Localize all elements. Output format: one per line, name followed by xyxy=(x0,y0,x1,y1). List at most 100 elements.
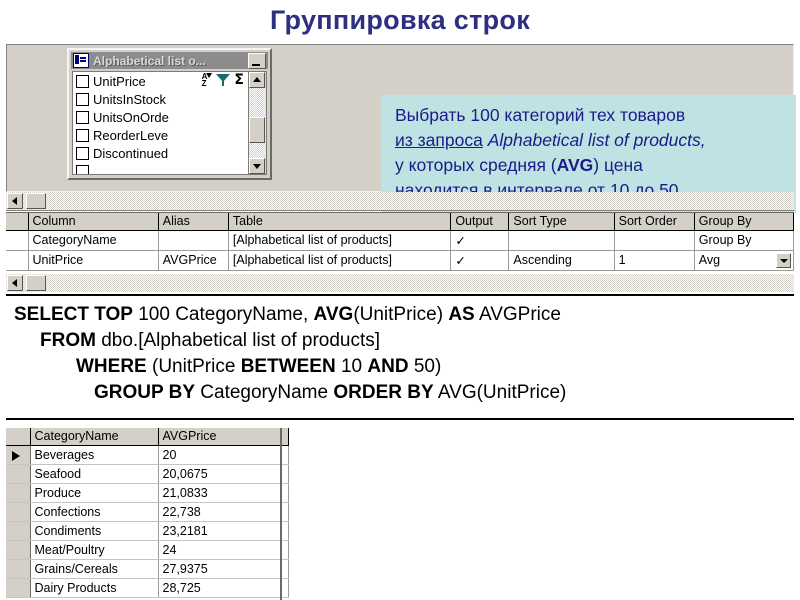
field-checkbox[interactable] xyxy=(76,92,89,106)
table-row[interactable]: Seafood 20,0675 xyxy=(6,464,289,484)
cell-group-by[interactable]: Avg xyxy=(694,250,795,271)
results-header-avgprice[interactable]: AVGPrice xyxy=(158,428,289,446)
cell-alias[interactable]: AVGPrice xyxy=(158,250,229,271)
cell-sort-type[interactable] xyxy=(508,230,615,251)
list-item[interactable]: Discontinued xyxy=(73,144,248,162)
results-grid[interactable]: CategoryName AVGPrice Beverages 20 Seafo… xyxy=(6,428,289,600)
row-selector[interactable] xyxy=(6,559,31,579)
field-list-toolbar: AZ Σ xyxy=(202,73,244,88)
cell-avgprice[interactable]: 20,0675 xyxy=(158,464,289,484)
cell-table[interactable]: [Alphabetical list of products] xyxy=(228,250,452,271)
field-list-titlebar[interactable]: Alphabetical list o... xyxy=(71,52,268,69)
column-header-column[interactable]: Column xyxy=(28,213,159,231)
scroll-up-arrow-icon[interactable] xyxy=(249,72,265,88)
cell-column[interactable]: CategoryName xyxy=(28,230,159,251)
field-checkbox[interactable] xyxy=(76,74,89,88)
table-row[interactable]: Confections 22,738 xyxy=(6,502,289,522)
cell-alias[interactable] xyxy=(158,230,229,251)
sql-line-2: FROM dbo.[Alphabetical list of products] xyxy=(40,330,381,351)
cell-category[interactable]: Confections xyxy=(30,502,159,522)
cell-table[interactable]: [Alphabetical list of products] xyxy=(228,230,452,251)
results-grid-edge xyxy=(280,428,282,600)
field-checkbox[interactable] xyxy=(76,110,89,124)
field-list-scrollbar[interactable] xyxy=(248,72,266,174)
sql-line-4: GROUP BY CategoryName ORDER BY AVG(UnitP… xyxy=(94,382,567,403)
row-cursor-arrow[interactable] xyxy=(6,445,31,465)
cell-group-by[interactable]: Group By xyxy=(694,230,795,251)
row-selector[interactable] xyxy=(6,230,29,251)
diagram-horizontal-scrollbar[interactable] xyxy=(6,192,794,211)
field-list-window[interactable]: Alphabetical list o... AZ Σ UnitPrice Un… xyxy=(67,48,272,180)
criteria-horizontal-scrollbar[interactable] xyxy=(6,274,794,292)
row-selector[interactable] xyxy=(6,540,31,560)
sort-az-icon[interactable]: AZ xyxy=(202,73,213,88)
minimize-button[interactable] xyxy=(248,52,266,69)
cell-category[interactable]: Seafood xyxy=(30,464,159,484)
column-header-sort-type[interactable]: Sort Type xyxy=(508,213,615,231)
table-row[interactable]: CategoryName [Alphabetical list of produ… xyxy=(6,230,795,251)
cell-category[interactable]: Condiments xyxy=(30,521,159,541)
row-selector[interactable] xyxy=(6,483,31,503)
cell-avgprice[interactable]: 21,0833 xyxy=(158,483,289,503)
row-selector[interactable] xyxy=(6,521,31,541)
cell-column[interactable]: UnitPrice xyxy=(28,250,159,271)
cell-category[interactable]: Beverages xyxy=(30,445,159,465)
list-item[interactable]: UnitsInStock xyxy=(73,90,248,108)
row-selector[interactable] xyxy=(6,578,31,598)
cell-avgprice[interactable]: 27,9375 xyxy=(158,559,289,579)
list-item[interactable] xyxy=(73,162,248,174)
column-header-output[interactable]: Output xyxy=(450,213,510,231)
table-header-row: Column Alias Table Output Sort Type Sort… xyxy=(6,213,795,231)
cell-output-checkmark[interactable]: ✓ xyxy=(450,250,510,271)
cell-sort-order[interactable]: 1 xyxy=(614,250,695,271)
results-header-categoryname[interactable]: CategoryName xyxy=(30,428,159,446)
column-header-group-by[interactable]: Group By xyxy=(694,213,795,231)
field-checkbox[interactable] xyxy=(76,146,89,160)
cell-category[interactable]: Dairy Products xyxy=(30,578,159,598)
cell-sort-type[interactable]: Ascending xyxy=(508,250,615,271)
table-row[interactable]: Grains/Cereals 27,9375 xyxy=(6,559,289,579)
row-selector[interactable] xyxy=(6,250,29,271)
filter-funnel-icon[interactable] xyxy=(216,73,231,87)
table-row[interactable]: Meat/Poultry 24 xyxy=(6,540,289,560)
field-checkbox[interactable] xyxy=(76,128,89,142)
field-checkbox[interactable] xyxy=(76,164,89,174)
list-item[interactable]: ReorderLeve xyxy=(73,126,248,144)
cell-category[interactable]: Produce xyxy=(30,483,159,503)
cell-avgprice[interactable]: 22,738 xyxy=(158,502,289,522)
cell-avgprice[interactable]: 23,2181 xyxy=(158,521,289,541)
cell-avgprice[interactable]: 24 xyxy=(158,540,289,560)
scrollbar-thumb[interactable] xyxy=(249,117,265,143)
table-row[interactable]: Condiments 23,2181 xyxy=(6,521,289,541)
cell-category[interactable]: Grains/Cereals xyxy=(30,559,159,579)
cell-output-checkmark[interactable]: ✓ xyxy=(450,230,510,251)
row-selector[interactable] xyxy=(6,502,31,522)
list-item[interactable]: UnitsOnOrde xyxy=(73,108,248,126)
scroll-left-arrow-icon[interactable] xyxy=(7,193,23,209)
table-row[interactable]: UnitPrice AVGPrice [Alphabetical list of… xyxy=(6,250,795,271)
cell-avgprice[interactable]: 20 xyxy=(158,445,289,465)
table-row[interactable]: Produce 21,0833 xyxy=(6,483,289,503)
column-header-table[interactable]: Table xyxy=(228,213,452,231)
row-selector[interactable] xyxy=(6,464,31,484)
table-window-icon xyxy=(73,53,89,68)
sql-text-pane[interactable]: SELECT TOP 100 CategoryName, AVG(UnitPri… xyxy=(6,294,794,420)
criteria-grid[interactable]: Column Alias Table Output Sort Type Sort… xyxy=(6,212,795,274)
sigma-sum-icon[interactable]: Σ xyxy=(234,73,244,87)
table-row[interactable]: Dairy Products 28,725 xyxy=(6,578,289,598)
sql-line-3: WHERE (UnitPrice BETWEEN 10 AND 50) xyxy=(76,356,442,377)
cell-avgprice[interactable]: 28,725 xyxy=(158,578,289,598)
cell-sort-order[interactable] xyxy=(614,230,695,251)
scrollbar-thumb[interactable] xyxy=(26,193,46,209)
scroll-left-arrow-icon[interactable] xyxy=(7,275,23,291)
callout-line-2: из запроса Alphabetical list of products… xyxy=(395,130,706,150)
cell-category[interactable]: Meat/Poultry xyxy=(30,540,159,560)
chevron-down-icon[interactable] xyxy=(776,252,791,268)
field-label: ReorderLeve xyxy=(93,127,169,143)
column-header-sort-order[interactable]: Sort Order xyxy=(614,213,695,231)
scroll-down-arrow-icon[interactable] xyxy=(249,158,265,174)
field-list-body: AZ Σ UnitPrice UnitsInStock UnitsOnOrde xyxy=(72,71,267,175)
table-row[interactable]: Beverages 20 xyxy=(6,445,289,465)
column-header-alias[interactable]: Alias xyxy=(158,213,229,231)
scrollbar-thumb[interactable] xyxy=(26,275,46,291)
